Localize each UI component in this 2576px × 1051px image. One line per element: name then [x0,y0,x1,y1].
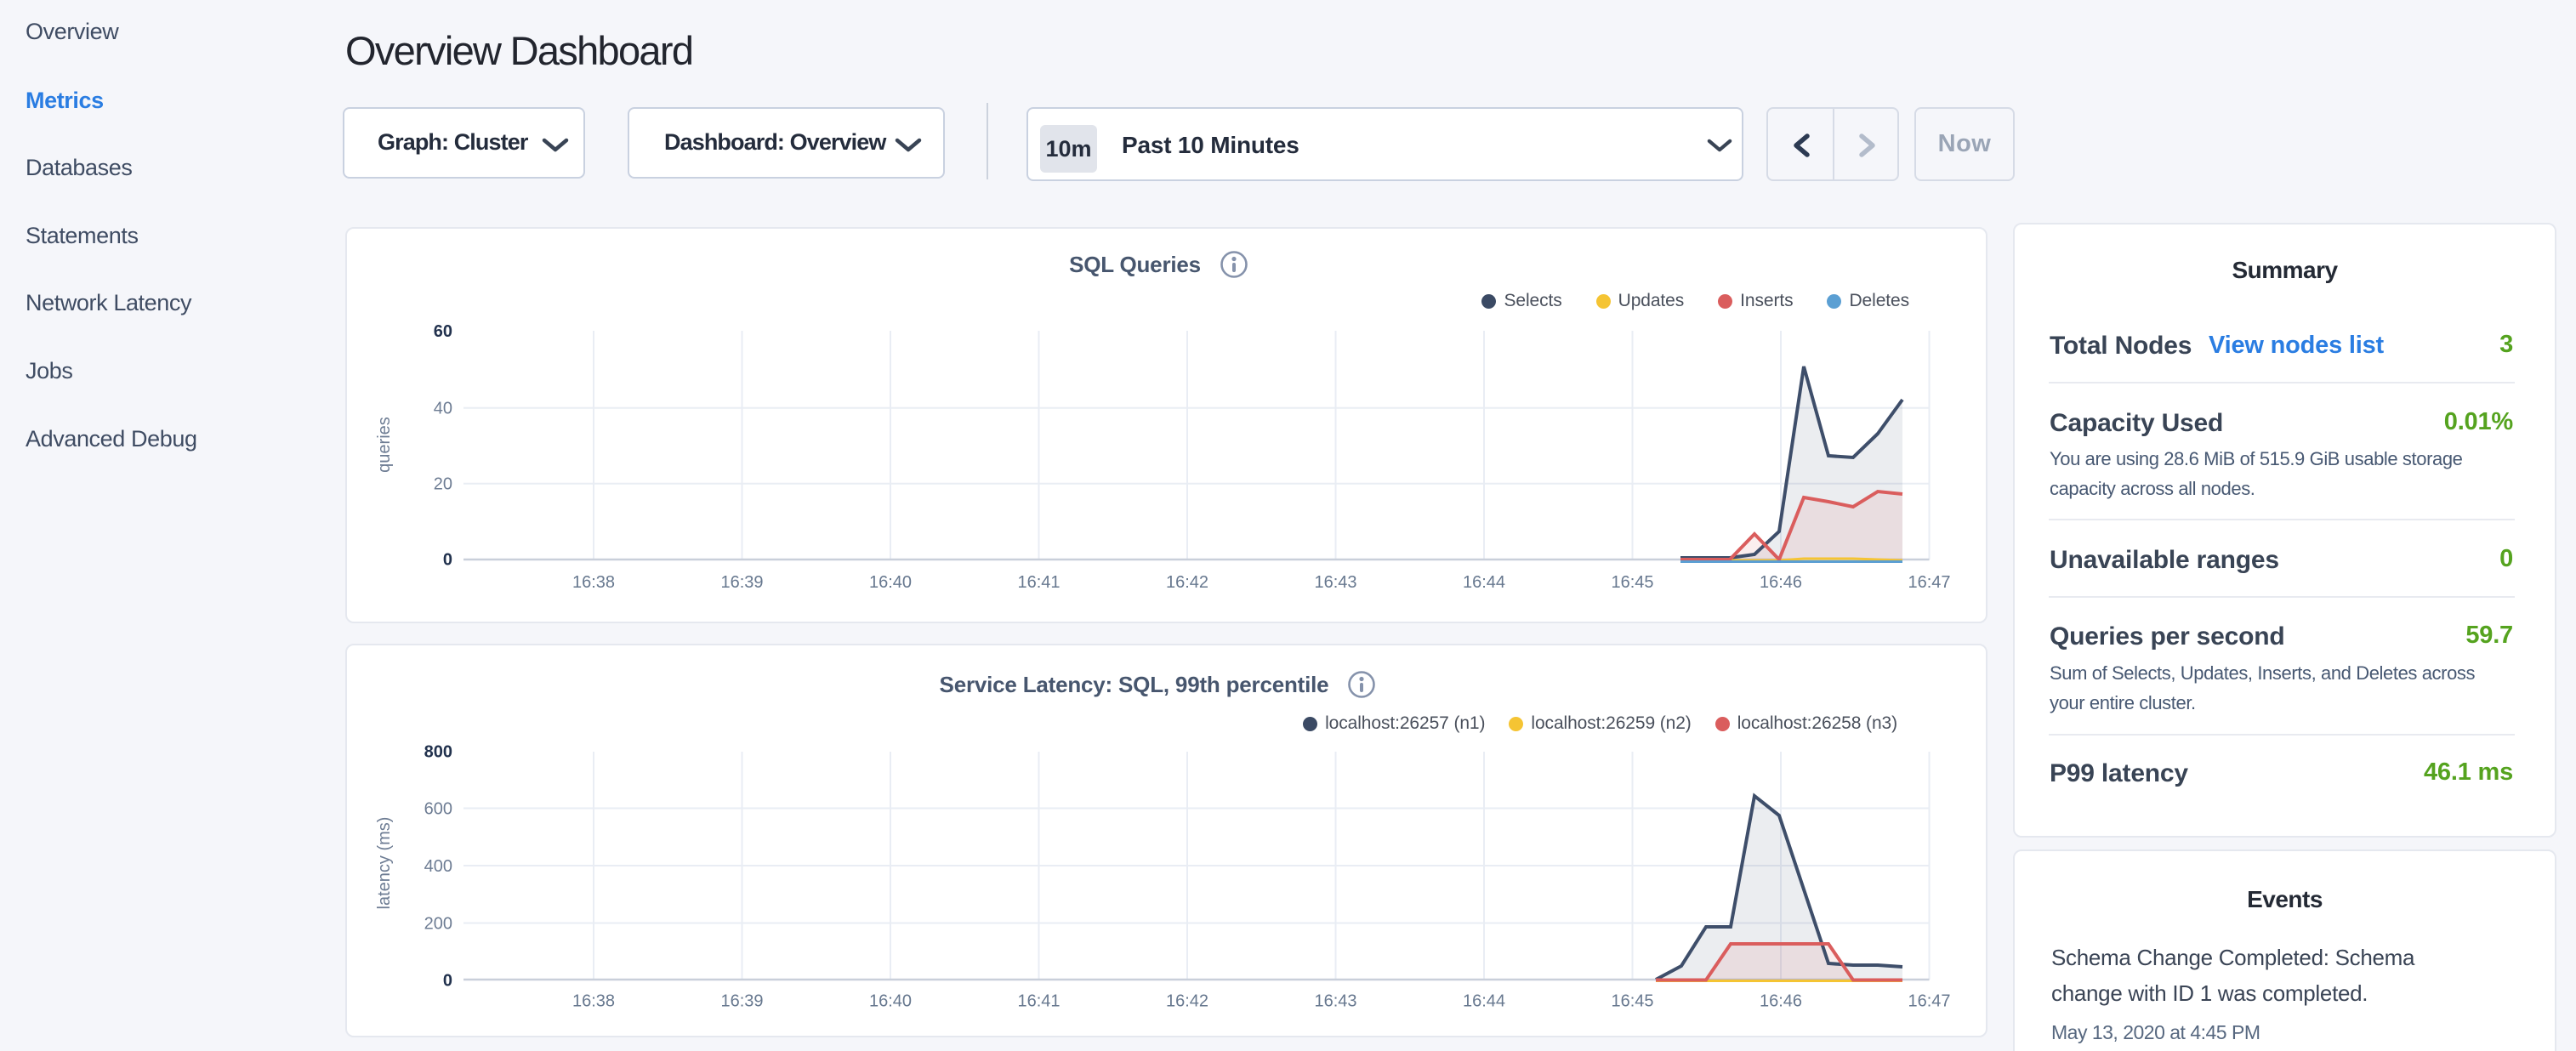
svg-text:16:44: 16:44 [1463,573,1505,592]
svg-text:40: 40 [434,400,452,418]
svg-text:60: 60 [434,322,452,341]
svg-text:latency (ms): latency (ms) [375,817,394,910]
svg-text:0: 0 [443,972,452,991]
svg-text:16:47: 16:47 [1908,573,1950,592]
svg-text:16:41: 16:41 [1017,992,1060,1011]
svg-text:0: 0 [443,551,452,570]
svg-text:16:46: 16:46 [1760,992,1802,1011]
svg-text:800: 800 [424,743,452,762]
svg-text:200: 200 [424,915,452,934]
svg-text:16:46: 16:46 [1760,573,1802,592]
svg-text:16:45: 16:45 [1611,573,1653,592]
svg-text:16:42: 16:42 [1166,573,1208,592]
svg-text:16:39: 16:39 [720,573,763,592]
svg-text:16:42: 16:42 [1166,992,1208,1011]
svg-text:600: 600 [424,800,452,819]
svg-text:16:45: 16:45 [1611,992,1653,1011]
svg-text:16:43: 16:43 [1314,992,1356,1011]
svg-text:20: 20 [434,475,452,494]
svg-text:16:44: 16:44 [1463,992,1505,1011]
svg-text:16:38: 16:38 [572,992,615,1011]
svg-text:400: 400 [424,857,452,876]
svg-text:16:47: 16:47 [1908,992,1950,1011]
svg-text:16:39: 16:39 [720,992,763,1011]
svg-text:16:40: 16:40 [869,992,912,1011]
svg-text:16:38: 16:38 [572,573,615,592]
svg-text:16:43: 16:43 [1314,573,1356,592]
svg-text:queries: queries [375,417,394,473]
svg-text:16:40: 16:40 [869,573,912,592]
svg-text:16:41: 16:41 [1017,573,1060,592]
